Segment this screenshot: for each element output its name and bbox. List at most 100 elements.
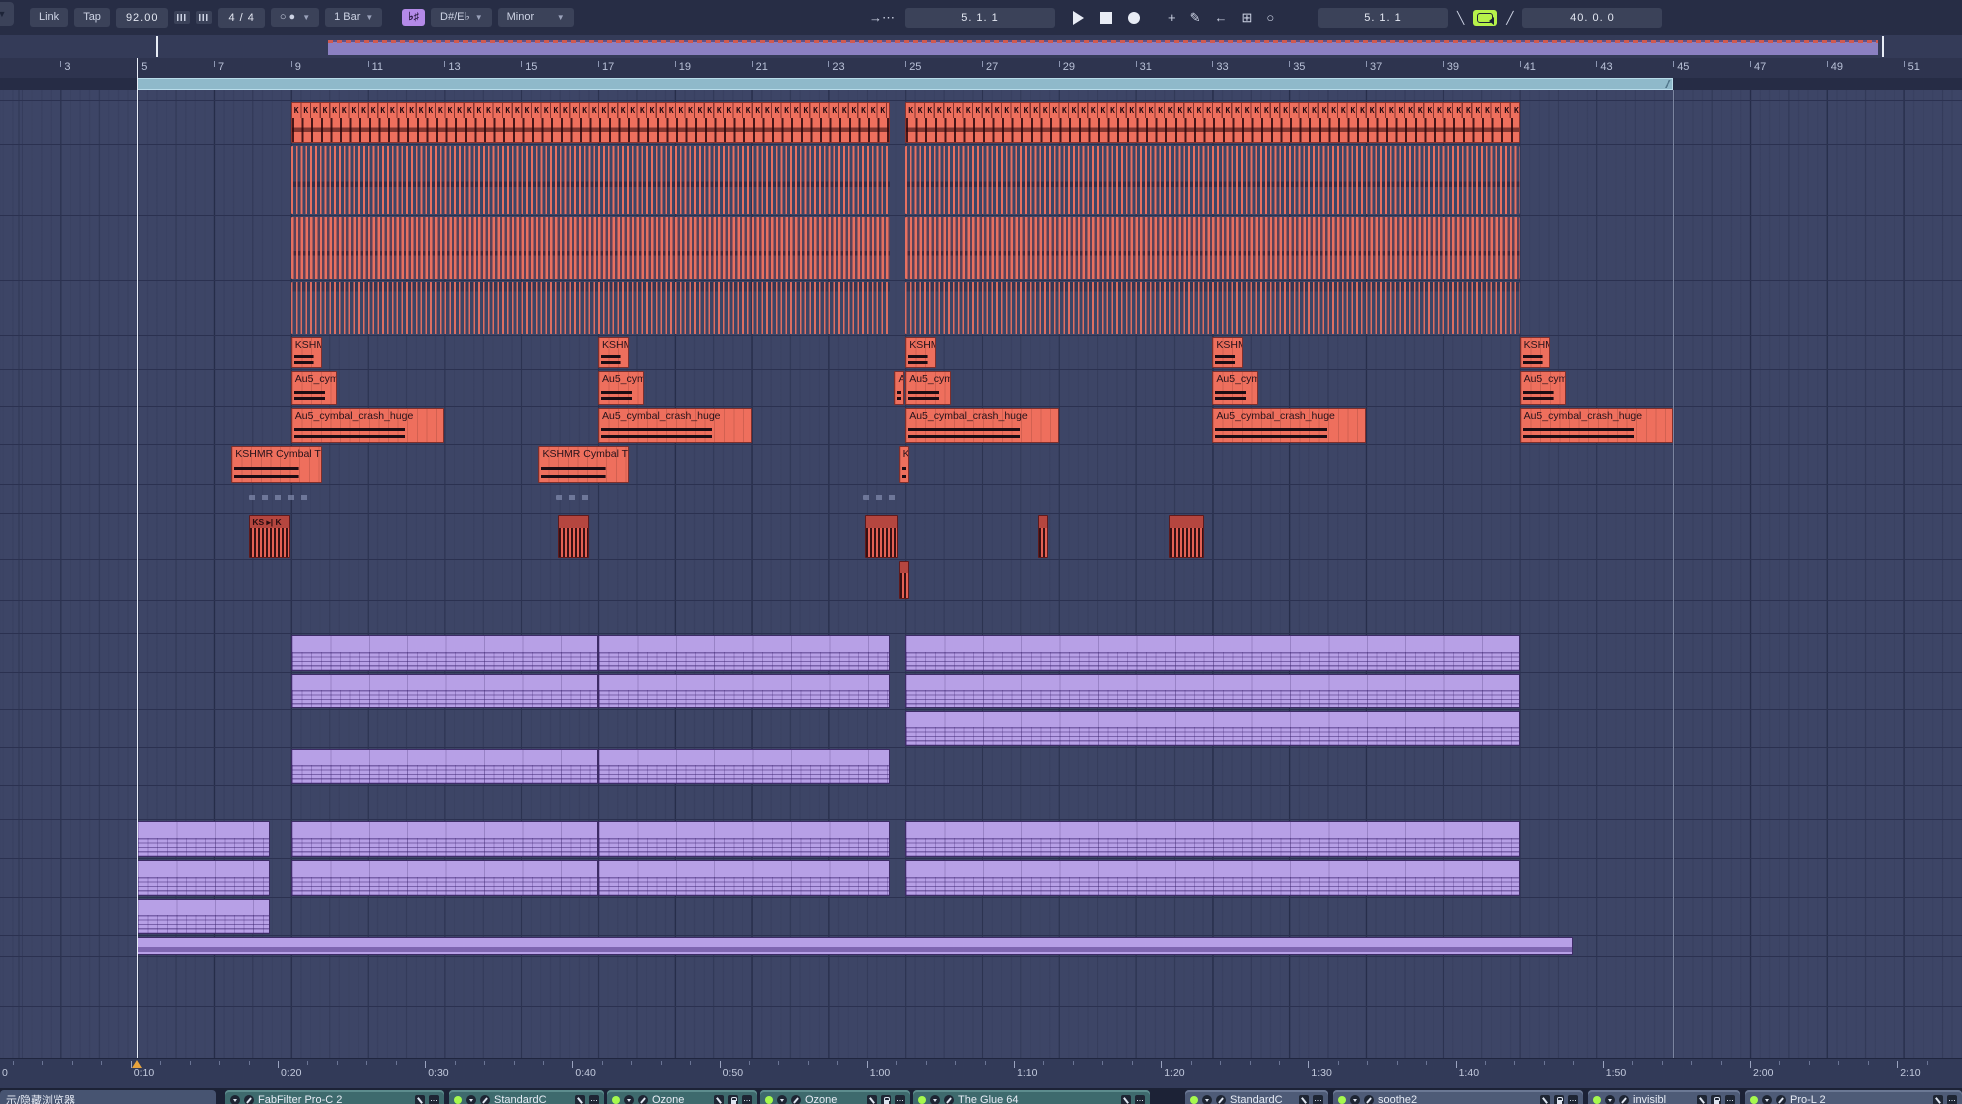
midi-clip[interactable]: [291, 635, 598, 671]
audio-clip-fill[interactable]: [1038, 515, 1048, 558]
link-button[interactable]: Link: [30, 8, 68, 27]
more-options-icon[interactable]: [742, 1095, 752, 1104]
device-on-led[interactable]: [1190, 1096, 1198, 1104]
wrench-icon[interactable]: [944, 1095, 954, 1104]
device-chip[interactable]: FabFilter Pro-C 2: [225, 1090, 444, 1104]
device-on-led[interactable]: [918, 1096, 926, 1104]
midi-clip-thin[interactable]: [137, 937, 1573, 955]
arrangement-position-field[interactable]: 5. 1. 1: [905, 8, 1055, 28]
loop-end-handle[interactable]: [1664, 80, 1671, 88]
edit-icon[interactable]: [714, 1095, 724, 1104]
audio-clip-dense[interactable]: [905, 146, 1519, 214]
midi-clip[interactable]: [291, 821, 598, 857]
overview-view-left-marker[interactable]: [156, 36, 158, 57]
audio-clip[interactable]: KSHMR Cymbal Tr: [538, 446, 628, 483]
nudge-down-button[interactable]: [174, 11, 190, 24]
midi-clip[interactable]: [905, 674, 1519, 708]
wrench-icon[interactable]: [791, 1095, 801, 1104]
track-row-midi-arp-b[interactable]: [0, 858, 1962, 897]
audio-clip[interactable]: KSHM: [1520, 337, 1551, 368]
audio-clip-fill[interactable]: KS ▸| K: [249, 515, 290, 558]
device-collapse-icon[interactable]: [1202, 1095, 1212, 1104]
audio-clip-grid[interactable]: KKKKKKKKKKKKKKKKKKKKKKKKKKKKKKKKKKKKKKKK…: [291, 102, 890, 143]
audio-clip-fill[interactable]: [1169, 515, 1204, 558]
bar-ruler[interactable]: 3579111315171921232527293133353739414345…: [0, 58, 1962, 78]
add-icon[interactable]: +: [1164, 10, 1180, 25]
device-chip[interactable]: StandardC: [449, 1090, 604, 1104]
midi-clip[interactable]: [905, 711, 1519, 746]
track-row-kshmr-cymbal-transition[interactable]: KSHMR Cymbal TrKSHMR Cymbal TrK: [0, 444, 1962, 484]
wrench-icon[interactable]: [480, 1095, 490, 1104]
edit-icon[interactable]: [575, 1095, 585, 1104]
device-chip[interactable]: soothe2: [1333, 1090, 1583, 1104]
track-row-kshmr-hits[interactable]: KSHMKSHMKSHMKSHMKSHM: [0, 335, 1962, 369]
midi-clip[interactable]: [291, 860, 598, 896]
more-options-icon[interactable]: [1725, 1095, 1735, 1104]
wrench-icon[interactable]: [1619, 1095, 1629, 1104]
more-options-icon[interactable]: [589, 1095, 599, 1104]
audio-clip[interactable]: Au5_cymbal_crash_huge: [1520, 408, 1674, 443]
zoom-to-fit-icon[interactable]: ⊞: [1238, 10, 1257, 26]
audio-clip[interactable]: Au5_cymbal_crash_huge: [598, 408, 752, 443]
audio-clip[interactable]: Au5_cym: [598, 371, 644, 405]
midi-clip[interactable]: [905, 860, 1519, 896]
device-collapse-icon[interactable]: [777, 1095, 787, 1104]
midi-clip[interactable]: [598, 635, 890, 671]
track-row-midi-intro[interactable]: [0, 897, 1962, 935]
track-row-empty-row-4[interactable]: [0, 1006, 1962, 1058]
device-chip[interactable]: StandardC: [1185, 1090, 1328, 1104]
scale-menu[interactable]: Minor ▼: [498, 8, 574, 27]
play-button[interactable]: [1073, 11, 1084, 25]
audio-clip[interactable]: Au5_cym: [291, 371, 337, 405]
device-chip[interactable]: The Glue 64: [913, 1090, 1150, 1104]
midi-clip[interactable]: [291, 674, 598, 708]
audio-clip[interactable]: KSHM: [291, 337, 322, 368]
edit-icon[interactable]: [867, 1095, 877, 1104]
automation-segment[interactable]: [863, 495, 899, 500]
audio-clip[interactable]: Au5_cym: [1212, 371, 1258, 405]
punch-in-icon[interactable]: ╲: [1454, 11, 1467, 25]
wrench-icon[interactable]: [1216, 1095, 1226, 1104]
draw-mode-icon[interactable]: ✎: [1186, 10, 1205, 26]
audio-clip[interactable]: KSHMR Cymbal Tr: [231, 446, 321, 483]
corner-menu-button[interactable]: ▼: [0, 2, 14, 26]
arrangement-grid[interactable]: KKKKKKKKKKKKKKKKKKKKKKKKKKKKKKKKKKKKKKKK…: [0, 90, 1962, 1058]
lock-icon[interactable]: [728, 1095, 738, 1104]
track-row-percussion-stripes-3[interactable]: [0, 280, 1962, 335]
lock-icon[interactable]: [1554, 1095, 1564, 1104]
more-options-icon[interactable]: [429, 1095, 439, 1104]
audio-clip-dense[interactable]: [291, 217, 890, 279]
device-on-led[interactable]: [612, 1096, 620, 1104]
midi-clip[interactable]: [905, 635, 1519, 671]
audio-clip[interactable]: KSHM: [598, 337, 629, 368]
automation-segment[interactable]: [249, 495, 309, 500]
device-collapse-icon[interactable]: [466, 1095, 476, 1104]
track-row-fill-sliver[interactable]: [0, 559, 1962, 600]
time-ruler[interactable]: 00:100:200:300:400:501:001:101:201:301:4…: [0, 1058, 1962, 1089]
audio-clip[interactable]: Au5_cymbal_crash_huge: [1212, 408, 1366, 443]
edit-icon[interactable]: [1697, 1095, 1707, 1104]
audio-clip-dense[interactable]: [905, 217, 1519, 279]
track-row-au5-cym[interactable]: Au5_cymAu5_cymAAu5_cymAu5_cymAu5_cym: [0, 369, 1962, 406]
edit-icon[interactable]: [1121, 1095, 1131, 1104]
device-collapse-icon[interactable]: [624, 1095, 634, 1104]
more-options-icon[interactable]: [895, 1095, 905, 1104]
audio-clip-fill[interactable]: [865, 515, 898, 558]
track-row-empty-row-2[interactable]: [0, 785, 1962, 819]
track-row-midi-chords-c[interactable]: [0, 709, 1962, 747]
audio-clip[interactable]: Au5_cym: [905, 371, 951, 405]
device-on-led[interactable]: [454, 1096, 462, 1104]
midi-clip[interactable]: [137, 899, 269, 934]
device-collapse-icon[interactable]: [1605, 1095, 1615, 1104]
device-collapse-icon[interactable]: [930, 1095, 940, 1104]
track-row-midi-arp-a[interactable]: [0, 819, 1962, 858]
lock-icon[interactable]: [881, 1095, 891, 1104]
follow-playhead-icon[interactable]: ○: [1262, 10, 1278, 25]
more-options-icon[interactable]: [1568, 1095, 1578, 1104]
audio-clip[interactable]: KSHM: [1212, 337, 1243, 368]
device-collapse-icon[interactable]: [1350, 1095, 1360, 1104]
audio-clip-grid[interactable]: KKKKKKKKKKKKKKKKKKKKKKKKKKKKKKKKKKKKKKKK…: [905, 102, 1519, 143]
punch-out-icon[interactable]: ╱: [1503, 11, 1516, 25]
device-on-led[interactable]: [1750, 1096, 1758, 1104]
back-to-arrangement-icon[interactable]: ←: [1211, 10, 1232, 25]
